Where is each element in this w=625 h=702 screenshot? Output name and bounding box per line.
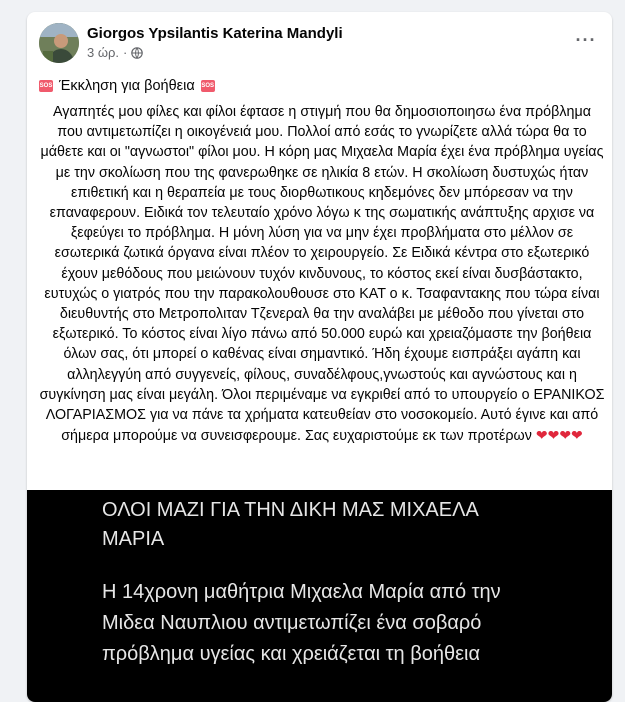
post-text: Αγαπητές μου φίλες και φίλοι έφτασε η στ… <box>39 104 605 445</box>
post-card: Giorgos Ypsilantis Katerina Mandyli 3 ώρ… <box>27 12 612 702</box>
post-title: SOS Έκκληση για βοήθεια SOS <box>39 78 215 94</box>
post-body: Αγαπητές μου φίλες και φίλοι έφτασε η στ… <box>39 102 605 446</box>
avatar-image <box>39 23 79 63</box>
avatar[interactable] <box>39 23 79 63</box>
post-meta: 3 ώρ. · <box>87 45 144 60</box>
post-title-text: Έκκληση για βοήθεια <box>59 78 195 94</box>
more-options-icon[interactable]: ··· <box>572 26 600 54</box>
image-caption: Η 14χρονη μαθήτρια Μιχαελα Μαρία από την… <box>102 581 501 665</box>
post-header: Giorgos Ypsilantis Katerina Mandyli 3 ώρ… <box>27 12 612 72</box>
sos-icon: SOS <box>39 80 53 92</box>
image-headline: ΟΛΟΙ ΜΑΖΙ ΓΙΑ ΤΗΝ ΔΙΚΗ ΜΑΣ ΜΙΧΑΕΛΑ ΜΑΡΙΑ <box>102 499 478 550</box>
post-timestamp[interactable]: 3 ώρ. <box>87 45 119 60</box>
post-image-text: ΟΛΟΙ ΜΑΖΙ ΓΙΑ ΤΗΝ ΔΙΚΗ ΜΑΣ ΜΙΧΑΕΛΑ ΜΑΡΙΑ… <box>102 496 542 670</box>
sos-icon: SOS <box>200 80 215 92</box>
hearts-emoji: ❤❤❤❤ <box>535 427 583 444</box>
author-name[interactable]: Giorgos Ypsilantis Katerina Mandyli <box>87 25 343 42</box>
globe-icon <box>131 46 144 59</box>
